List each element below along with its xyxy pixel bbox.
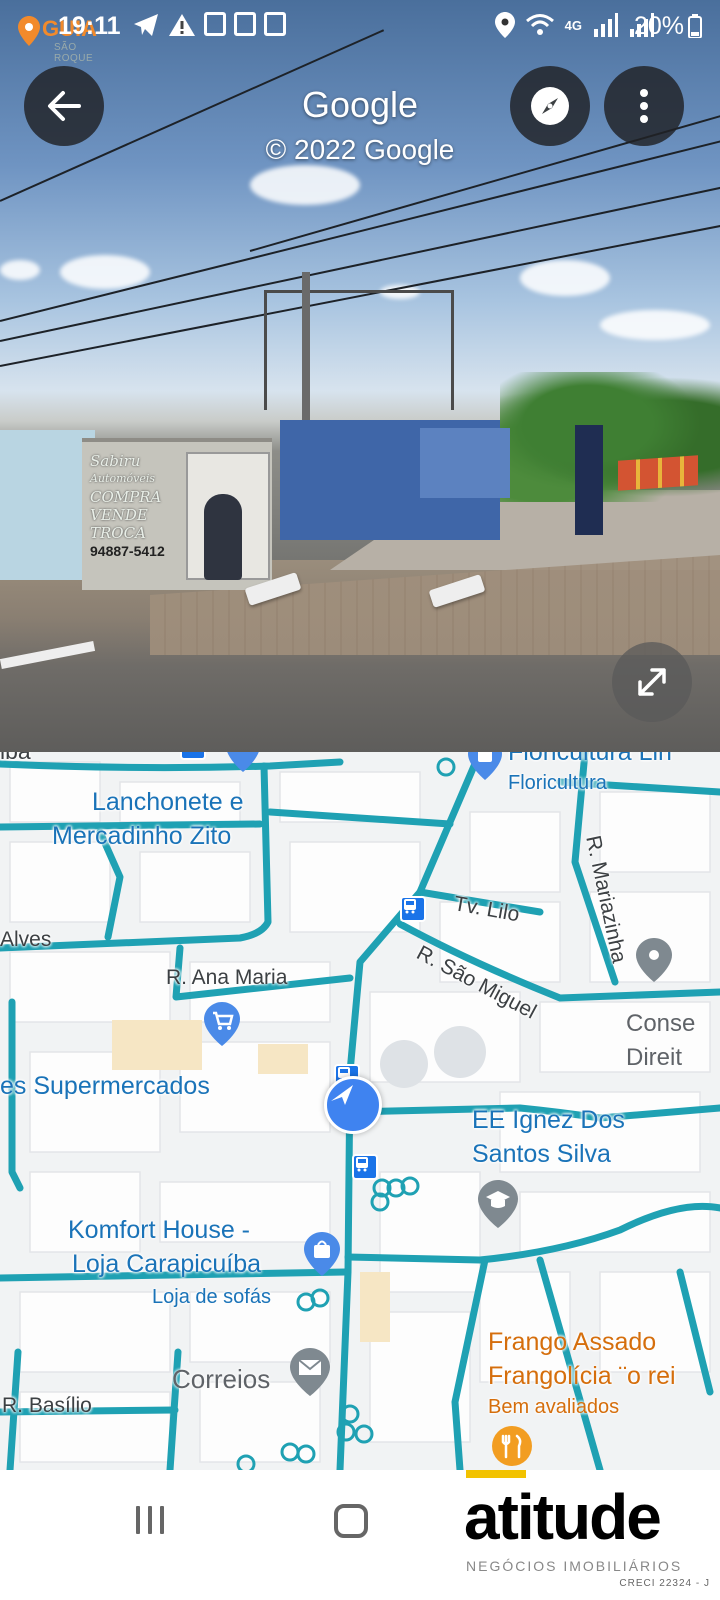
battery-icon	[688, 14, 702, 38]
app-u-icon	[204, 12, 226, 36]
home-button[interactable]	[334, 1504, 368, 1538]
notification-icons	[132, 12, 286, 38]
shopping-pin-icon[interactable]	[468, 752, 502, 780]
place-pin-icon[interactable]	[636, 938, 672, 982]
sign-phone: 94887-5412	[90, 543, 165, 559]
telegram-icon	[134, 14, 158, 36]
gate	[575, 425, 603, 535]
street-view-title: Google	[301, 84, 419, 125]
recents-icon	[136, 1506, 140, 1534]
watermark-creci: CRECI 22324 - J	[619, 1578, 710, 1589]
bus-stop-icon[interactable]	[180, 752, 206, 760]
sign-line: Automóveis	[90, 472, 156, 485]
sign-line: TROCA	[90, 524, 146, 542]
warning-icon	[169, 14, 195, 36]
arrow-back-icon	[48, 91, 81, 121]
more-vert-icon	[640, 89, 648, 123]
cloud	[250, 165, 360, 205]
place-category: Floricultura	[508, 772, 607, 794]
street-view-copyright: © 2022 Google	[265, 134, 455, 165]
banner	[618, 455, 698, 491]
map-view[interactable]: iba Alves R. Ana Maria R. São Miguel Tv.…	[0, 752, 720, 1470]
more-options-button[interactable]	[604, 66, 684, 146]
place-name[interactable]: Conse	[626, 1010, 695, 1038]
poster-person	[204, 494, 242, 580]
cloud	[60, 255, 150, 289]
recents-icon	[148, 1506, 152, 1534]
navigation-arrow-icon	[331, 1085, 353, 1105]
sign-line: COMPRA	[90, 488, 162, 506]
bus-stop-icon[interactable]	[352, 1154, 378, 1180]
school-pin-icon[interactable]	[478, 1180, 518, 1228]
place-name[interactable]: Correios	[172, 1364, 270, 1395]
sign-line: VENDE	[90, 506, 148, 524]
blue-wall	[420, 428, 510, 498]
place-name-line2[interactable]: Direit	[626, 1044, 682, 1072]
shopping-bag-pin-icon[interactable]	[304, 1232, 340, 1276]
street-label: R. Basílio	[2, 1394, 92, 1417]
sign-line: Sabiru	[90, 452, 141, 470]
restaurant-pin-icon[interactable]	[492, 1426, 532, 1470]
place-name[interactable]: Komfort House -	[68, 1216, 250, 1245]
place-name[interactable]: EE Ignez Dos	[472, 1106, 625, 1135]
location-icon	[494, 12, 515, 38]
system-icons: 4G	[494, 12, 654, 38]
place-name[interactable]: es Supermercados	[0, 1072, 210, 1101]
shopping-cart-pin-icon[interactable]	[204, 1002, 240, 1046]
watermark-bar	[466, 1470, 526, 1478]
system-navigation-bar: atitude NEGÓCIOS IMOBILIÁRIOS CRECI 2232…	[0, 1470, 720, 1600]
billboard-frame	[264, 290, 454, 410]
street-label: iba	[0, 752, 31, 765]
place-name[interactable]: Lanchonete e	[92, 788, 244, 817]
signal-icon	[594, 13, 618, 37]
wifi-icon	[525, 14, 554, 35]
watermark-brand: atitude	[464, 1481, 662, 1553]
shopping-cart-pin-icon[interactable]	[226, 752, 260, 772]
building	[0, 430, 95, 580]
place-name-line2[interactable]: Santos Silva	[472, 1140, 611, 1169]
place-name-line2[interactable]: Frangolícia ¨o rei	[488, 1362, 676, 1391]
app-u-icon	[234, 12, 256, 36]
app-u-icon	[264, 12, 286, 36]
place-name[interactable]: Floricultura Lin	[508, 752, 672, 767]
cloud	[0, 260, 40, 280]
street-label: Alves	[0, 928, 52, 951]
poster	[186, 452, 270, 580]
bus-stop-icon[interactable]	[400, 896, 426, 922]
atitude-watermark: atitude NEGÓCIOS IMOBILIÁRIOS CRECI 2232…	[464, 1470, 714, 1600]
guia-logo-subtitle: SÃO ROQUE	[54, 42, 94, 64]
network-type: 4G	[564, 17, 582, 33]
status-bar: GUIA SÃO ROQUE 19:11 4G 20%	[0, 0, 720, 64]
place-category: Loja de sofás	[152, 1286, 271, 1308]
cloud	[600, 310, 710, 340]
compass-button[interactable]	[510, 66, 590, 146]
clock: 19:11	[58, 12, 121, 40]
compass-icon	[531, 87, 569, 125]
map-pin-logo-icon	[18, 16, 40, 46]
watermark-tagline: NEGÓCIOS IMOBILIÁRIOS	[466, 1558, 683, 1574]
place-name[interactable]: Frango Assado	[488, 1328, 656, 1357]
place-name-line2[interactable]: Mercadinho Zito	[52, 822, 231, 851]
street-label: R. Ana Maria	[166, 966, 288, 989]
storefront-sign: Sabiru Automóveis COMPRA VENDE TROCA 948…	[90, 452, 182, 560]
recents-button[interactable]	[136, 1506, 172, 1536]
street-view-panorama[interactable]: Sabiru Automóveis COMPRA VENDE TROCA 948…	[0, 0, 720, 752]
place-name-line2[interactable]: Loja Carapicuíba	[72, 1250, 261, 1279]
expand-button[interactable]	[612, 642, 692, 722]
current-location-marker[interactable]	[324, 1076, 382, 1134]
screen: Sabiru Automóveis COMPRA VENDE TROCA 948…	[0, 0, 720, 1600]
expand-icon	[638, 668, 666, 696]
battery-percent: 20%	[633, 12, 684, 40]
recents-icon	[160, 1506, 164, 1534]
mail-pin-icon[interactable]	[290, 1348, 330, 1396]
cloud	[520, 260, 610, 296]
back-button[interactable]	[24, 66, 104, 146]
place-category: Bem avaliados	[488, 1396, 620, 1418]
